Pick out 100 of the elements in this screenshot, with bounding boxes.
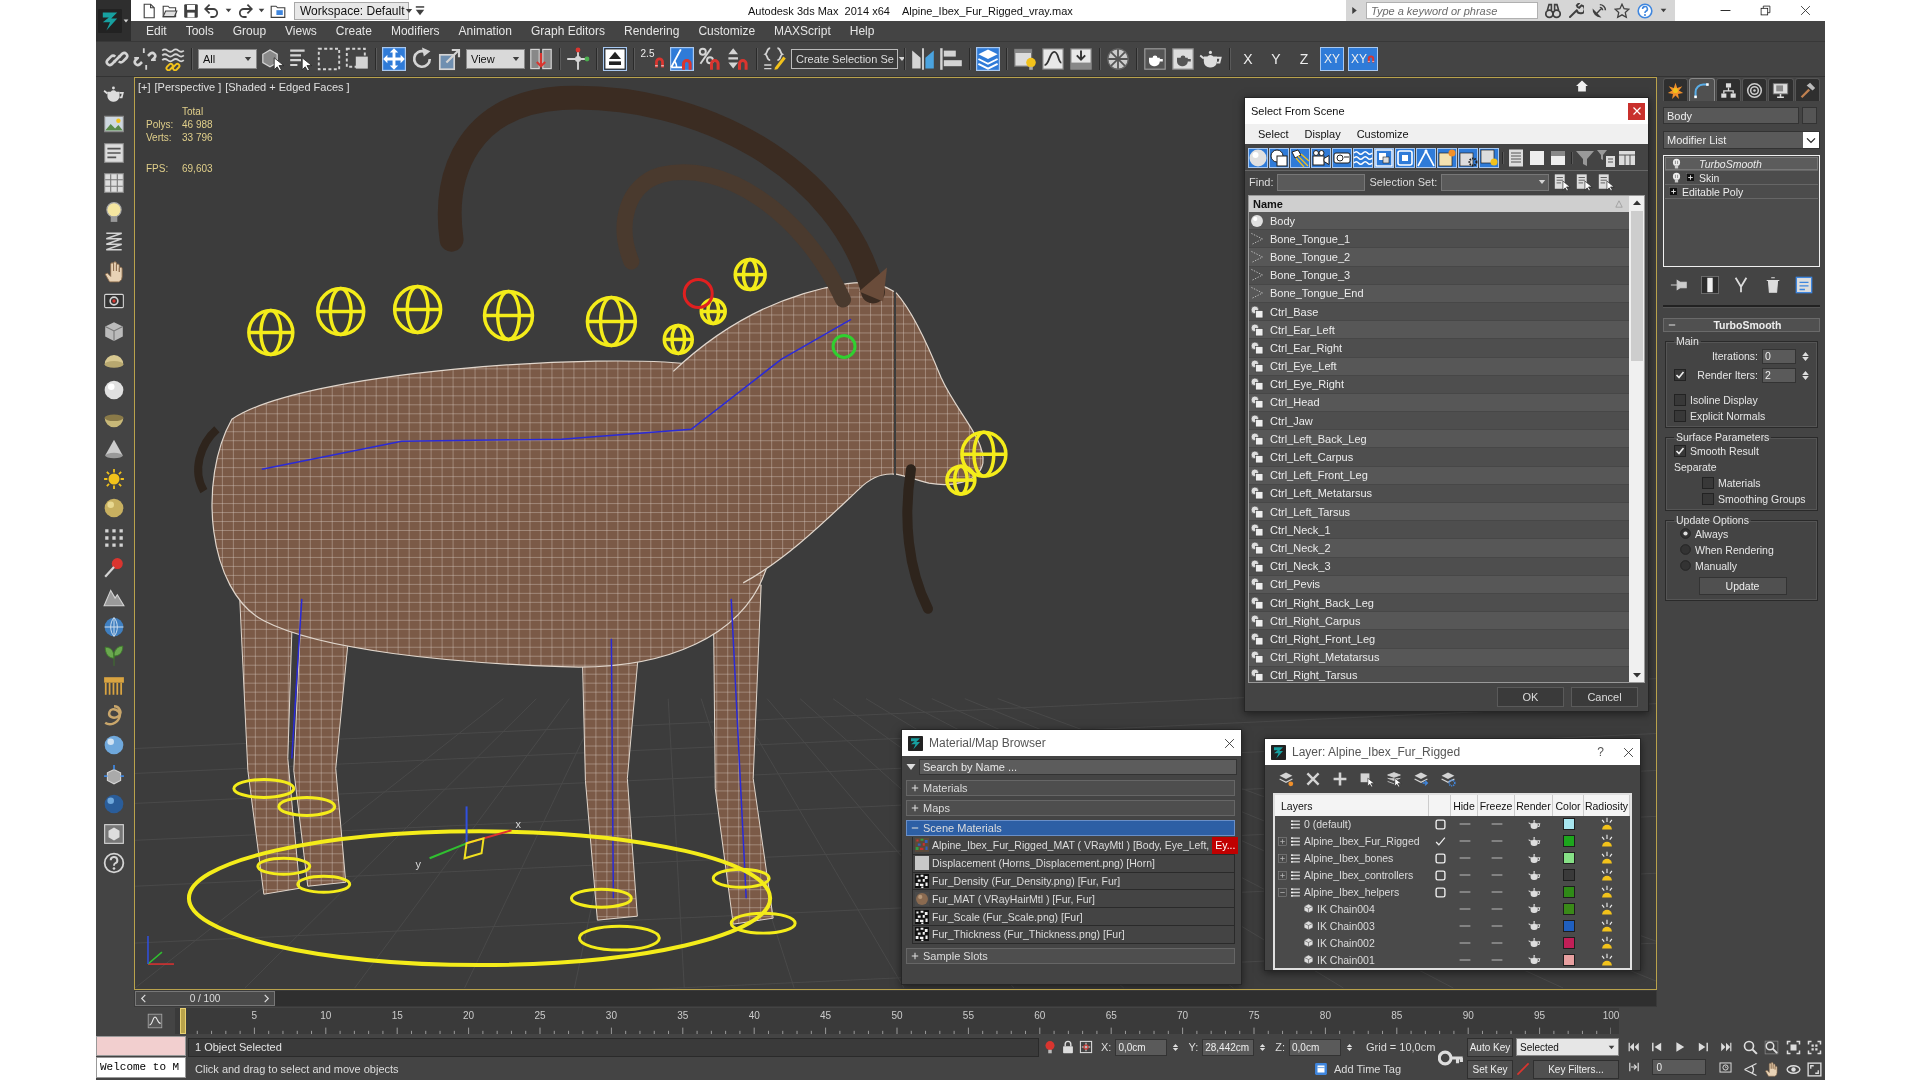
axis-constraint-button[interactable]: Z bbox=[1292, 47, 1316, 71]
color-swatch-icon[interactable] bbox=[1563, 819, 1574, 830]
dashed-square-icon[interactable] bbox=[317, 47, 341, 71]
checkbox[interactable] bbox=[1702, 492, 1714, 505]
script-input-field[interactable] bbox=[96, 1036, 186, 1056]
sun-dome-icon[interactable] bbox=[1600, 834, 1614, 849]
object-name-field[interactable]: Body bbox=[1663, 107, 1799, 124]
material-row[interactable]: Fur_Scale (Fur_Scale.png) [Fur] bbox=[912, 908, 1235, 926]
layers-gear-icon[interactable] bbox=[1440, 771, 1456, 787]
axis-constraint-button[interactable]: X bbox=[1236, 47, 1260, 71]
play-icon[interactable] bbox=[1673, 1041, 1686, 1053]
triangle-down-icon[interactable] bbox=[906, 762, 916, 772]
scroll-up-icon[interactable] bbox=[1631, 198, 1642, 208]
stack-item[interactable]: TurboSmooth bbox=[1665, 157, 1818, 171]
camera-icon[interactable] bbox=[1311, 148, 1331, 168]
chevron-left-icon[interactable] bbox=[139, 994, 148, 1003]
square-icon[interactable] bbox=[1434, 869, 1446, 881]
group-header[interactable]: Materials bbox=[906, 780, 1235, 796]
extents-box-icon[interactable] bbox=[1785, 1039, 1801, 1055]
modifier-list-dropdown[interactable]: Modifier List bbox=[1663, 131, 1820, 149]
checkbox[interactable] bbox=[1674, 369, 1686, 381]
toolbar-caret-icon[interactable] bbox=[414, 4, 426, 17]
layer-name[interactable]: Alpine_Ibex_Fur_Rigged bbox=[1304, 835, 1420, 848]
teapot-icon[interactable] bbox=[1527, 851, 1541, 865]
skip-end-icon[interactable] bbox=[1720, 1041, 1733, 1053]
layer-name[interactable]: Alpine_Ibex_bones bbox=[1304, 852, 1394, 865]
sphere-icon[interactable] bbox=[1248, 148, 1268, 168]
new-file-icon[interactable] bbox=[141, 2, 157, 19]
move-gizmo-icon[interactable] bbox=[428, 805, 513, 860]
grid-window-icon[interactable] bbox=[103, 171, 125, 194]
magnifier-grid-icon[interactable] bbox=[1764, 1039, 1780, 1055]
half-square-icon[interactable] bbox=[1548, 148, 1568, 168]
manipulate-cross-icon[interactable] bbox=[566, 47, 590, 71]
sun-dome-icon[interactable] bbox=[1600, 935, 1614, 950]
add-time-tag-button[interactable]: Add Time Tag bbox=[1334, 1063, 1402, 1075]
percent-magnet-icon[interactable] bbox=[698, 47, 722, 71]
group-header[interactable]: Maps bbox=[906, 800, 1235, 816]
sun-dome-icon[interactable] bbox=[1600, 885, 1614, 899]
color-swatch-icon[interactable] bbox=[1563, 920, 1574, 931]
box-frame-icon[interactable] bbox=[103, 822, 125, 845]
menu-item[interactable]: Tools bbox=[185, 24, 214, 38]
cursor-box-icon[interactable] bbox=[1359, 771, 1375, 787]
cube-arrows-icon[interactable] bbox=[103, 763, 125, 786]
caret-icon[interactable] bbox=[258, 7, 265, 14]
key-mode-icon[interactable] bbox=[1628, 1061, 1641, 1073]
cross-icon[interactable] bbox=[1305, 771, 1321, 787]
square-icon[interactable] bbox=[1434, 818, 1446, 830]
spinner-field[interactable]: 2 bbox=[1762, 367, 1796, 383]
spinner-field[interactable]: 0 bbox=[1762, 348, 1796, 364]
viewport-label[interactable]: [Shaded + Edged Faces ] bbox=[225, 81, 350, 93]
spinner-arrows-icon[interactable] bbox=[1345, 1042, 1354, 1052]
redo-arrow-icon[interactable] bbox=[237, 2, 253, 19]
color-swatch-icon[interactable] bbox=[1563, 870, 1574, 881]
move-arrows-icon[interactable] bbox=[382, 47, 406, 71]
undo-arrow-icon[interactable] bbox=[204, 2, 220, 19]
column-header[interactable]: Hide bbox=[1451, 795, 1478, 816]
search-field[interactable]: Search by Name ... bbox=[919, 759, 1237, 775]
layers-stack-icon[interactable] bbox=[976, 47, 1000, 71]
find-field[interactable] bbox=[1277, 173, 1366, 191]
controller-ring[interactable] bbox=[682, 278, 714, 309]
ball-icon[interactable] bbox=[103, 497, 125, 520]
teapot-icon[interactable] bbox=[1527, 919, 1541, 933]
cone-icon[interactable] bbox=[103, 438, 125, 461]
panel-tab[interactable] bbox=[1768, 78, 1794, 101]
page-cursor-icon[interactable] bbox=[1575, 173, 1594, 191]
menu-item[interactable]: Select bbox=[1258, 128, 1289, 140]
sun-dome-icon[interactable] bbox=[1600, 918, 1614, 933]
teapot-icon[interactable] bbox=[1527, 817, 1541, 831]
curve-graph-icon[interactable] bbox=[1041, 47, 1065, 71]
light-bulb-icon[interactable] bbox=[1671, 158, 1682, 169]
mountain-icon[interactable] bbox=[103, 586, 125, 609]
color-swatch-icon[interactable] bbox=[1563, 937, 1574, 948]
menu-item[interactable]: Rendering bbox=[624, 24, 680, 38]
menu-item[interactable]: Display bbox=[1304, 128, 1341, 140]
list-row[interactable]: Ctrl_Left_Carpus bbox=[1249, 448, 1629, 467]
teapot-icon[interactable] bbox=[1527, 834, 1541, 848]
column-header[interactable]: Color bbox=[1553, 795, 1584, 816]
knot-icon[interactable] bbox=[103, 704, 125, 727]
color-swatch-icon[interactable] bbox=[1563, 887, 1574, 897]
panel-tab[interactable] bbox=[1663, 78, 1689, 101]
sun-icon[interactable] bbox=[103, 467, 125, 490]
globe-icon[interactable] bbox=[103, 615, 125, 638]
list-window-icon[interactable] bbox=[103, 142, 125, 165]
scale-square-icon[interactable] bbox=[438, 47, 462, 71]
teapot-icon[interactable] bbox=[1527, 885, 1541, 899]
panel-tab[interactable] bbox=[1715, 78, 1741, 101]
panel-tab[interactable] bbox=[1794, 78, 1820, 101]
set-key-button[interactable]: Set Key bbox=[1467, 1059, 1513, 1079]
group-header[interactable]: Scene Materials bbox=[906, 820, 1235, 836]
pivot-boxes-icon[interactable] bbox=[529, 47, 553, 71]
column-bars-icon[interactable] bbox=[1617, 148, 1637, 168]
next-frame-icon[interactable] bbox=[1697, 1041, 1710, 1053]
radio-button[interactable] bbox=[1680, 560, 1691, 571]
sun-dome-icon[interactable] bbox=[1600, 817, 1614, 832]
panel-tab[interactable] bbox=[1742, 78, 1768, 101]
teapot-icon[interactable] bbox=[1527, 902, 1541, 916]
column-header[interactable]: Layers bbox=[1275, 795, 1429, 816]
star-icon[interactable] bbox=[1614, 2, 1630, 19]
wrench-icon[interactable] bbox=[1568, 2, 1584, 19]
broken-link-icon[interactable] bbox=[133, 47, 157, 71]
